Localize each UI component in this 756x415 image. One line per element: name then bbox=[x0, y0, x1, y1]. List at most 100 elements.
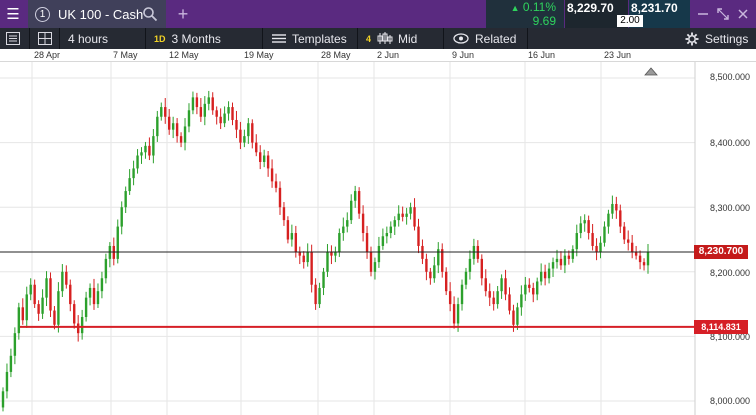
candle-down bbox=[630, 242, 634, 253]
settings-button[interactable]: Settings bbox=[685, 28, 748, 49]
indicators-button[interactable]: 4 Mid bbox=[366, 28, 417, 49]
related-button[interactable]: Related bbox=[453, 28, 516, 49]
candle-down bbox=[619, 210, 622, 227]
change-percent: 0.11% bbox=[522, 0, 556, 14]
candle-down bbox=[76, 323, 80, 334]
instrument-tab[interactable]: 1 UK 100 - Cash bbox=[28, 0, 166, 28]
candle-down bbox=[37, 304, 40, 314]
candle-down bbox=[492, 297, 495, 305]
candle-down bbox=[512, 310, 515, 325]
layout-grid-icon[interactable] bbox=[38, 28, 52, 49]
candle-up bbox=[334, 252, 337, 256]
up-arrow-icon: ▲ bbox=[510, 3, 520, 13]
candle-up bbox=[409, 207, 412, 214]
spread-value: 2.00 bbox=[617, 15, 643, 27]
candle-down bbox=[504, 278, 507, 295]
candle-down bbox=[559, 258, 563, 266]
candle-up bbox=[536, 281, 539, 295]
candle-down bbox=[623, 226, 626, 240]
range-select[interactable]: 1D 3 Months bbox=[154, 28, 221, 49]
candle-up bbox=[96, 291, 100, 305]
candle-up bbox=[207, 97, 210, 104]
candle-down bbox=[369, 252, 373, 272]
candle-up bbox=[571, 249, 575, 259]
candle-down bbox=[53, 310, 56, 325]
candle-up bbox=[247, 123, 250, 137]
candle-up bbox=[646, 252, 650, 266]
price-type-label: Mid bbox=[398, 31, 418, 46]
candle-up bbox=[29, 284, 32, 295]
add-tab-button[interactable]: + bbox=[170, 0, 196, 28]
candle-down bbox=[330, 252, 333, 256]
interval-select[interactable]: 4 hours bbox=[68, 28, 108, 49]
templates-button[interactable]: Templates bbox=[272, 28, 347, 49]
candle-up bbox=[100, 278, 104, 292]
candle-up bbox=[500, 278, 503, 292]
candle-down bbox=[164, 107, 167, 117]
candle-up bbox=[41, 297, 44, 314]
candle-up bbox=[156, 116, 159, 137]
candle-down bbox=[413, 207, 416, 227]
candle-down bbox=[365, 233, 369, 253]
candle-up bbox=[187, 110, 191, 127]
candle-up bbox=[227, 107, 230, 114]
candle-down bbox=[480, 258, 484, 279]
settings-label: Settings bbox=[705, 31, 749, 46]
candle-down bbox=[357, 191, 361, 214]
candle-up bbox=[539, 271, 543, 282]
hamburger-icon[interactable]: ☰ bbox=[0, 0, 26, 28]
candle-up bbox=[25, 294, 28, 321]
candle-down bbox=[528, 284, 531, 288]
candle-up bbox=[144, 145, 147, 153]
price-change: ▲ 0.11% 9.69 bbox=[486, 0, 564, 28]
sell-price: 8,229.70 bbox=[567, 1, 614, 15]
candle-down bbox=[488, 291, 491, 298]
top-bar: ☰ 1 UK 100 - Cash + ▲ 0.11% 9.69 8,229.7… bbox=[0, 0, 756, 28]
change-points: 9.69 bbox=[532, 14, 556, 28]
candle-up bbox=[191, 97, 195, 111]
candle-down bbox=[429, 271, 432, 279]
candle-up bbox=[243, 136, 246, 143]
candle-up bbox=[160, 107, 163, 117]
candle-down bbox=[215, 110, 218, 117]
candle-up bbox=[524, 284, 527, 295]
date-tick-label: 23 Jun bbox=[604, 50, 632, 60]
candle-up bbox=[61, 271, 64, 292]
close-icon[interactable] bbox=[736, 7, 750, 21]
candle-down bbox=[69, 284, 72, 305]
candle-down bbox=[231, 107, 234, 120]
date-tick-label: 16 Jun bbox=[528, 50, 556, 60]
candle-up bbox=[152, 136, 155, 156]
candle-down bbox=[255, 142, 258, 153]
candle-up bbox=[84, 297, 88, 318]
date-tick-label: 28 Apr bbox=[34, 50, 61, 60]
candle-up bbox=[120, 207, 123, 227]
minimize-icon[interactable] bbox=[696, 7, 710, 21]
candle-up bbox=[262, 155, 266, 162]
candle-up bbox=[547, 268, 551, 279]
expand-icon[interactable] bbox=[716, 7, 730, 21]
candle-down bbox=[638, 255, 642, 263]
candle-up bbox=[124, 191, 127, 208]
candle-down bbox=[627, 239, 630, 243]
candle-up bbox=[555, 258, 559, 263]
candle-down bbox=[21, 307, 24, 321]
panel-icon[interactable] bbox=[6, 28, 20, 49]
candle-down bbox=[195, 97, 199, 108]
candle-down bbox=[270, 168, 274, 182]
candle-down bbox=[239, 129, 242, 143]
candle-down bbox=[259, 152, 262, 162]
candles-icon bbox=[377, 32, 393, 44]
candle-up bbox=[397, 213, 400, 221]
candle-down bbox=[278, 187, 282, 208]
search-icon[interactable] bbox=[142, 6, 158, 22]
price-chart[interactable] bbox=[0, 62, 756, 415]
candle-up bbox=[603, 226, 606, 243]
candle-up bbox=[80, 317, 84, 334]
price-tick-label: 8,300.000 bbox=[709, 203, 750, 213]
candle-down bbox=[310, 252, 313, 285]
templates-label: Templates bbox=[292, 31, 347, 46]
date-tick-label: 9 Jun bbox=[452, 50, 475, 60]
price-tick-label: 8,400.000 bbox=[709, 138, 750, 148]
candle-up bbox=[306, 252, 309, 263]
